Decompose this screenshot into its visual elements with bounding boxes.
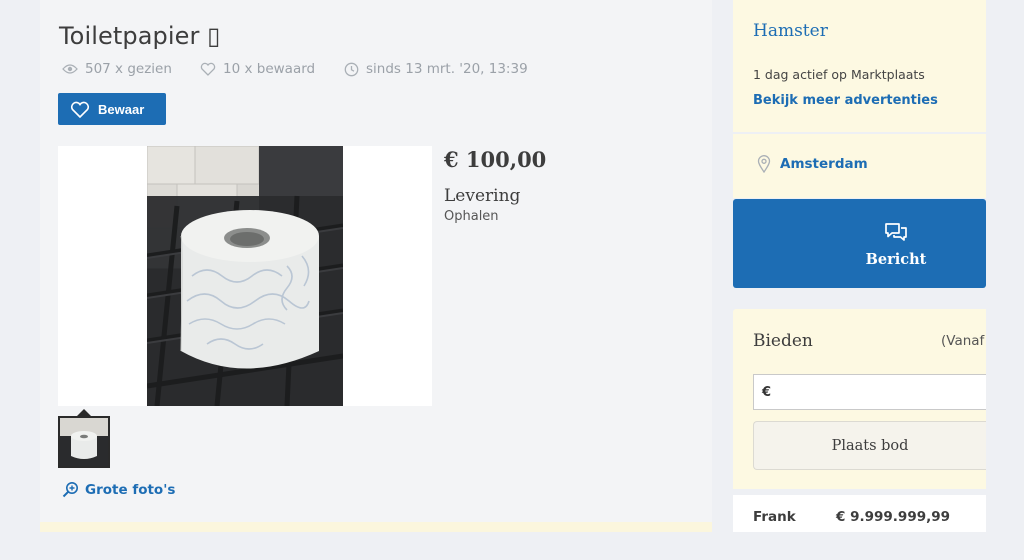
posted-since: sinds 13 mrt. '20, 13:39 xyxy=(344,61,528,77)
seller-location[interactable]: Amsterdam xyxy=(757,155,868,173)
bid-amount-input[interactable]: € xyxy=(753,374,986,410)
page: Toiletpapier ▯ 507 x gezien 10 x bewaard… xyxy=(0,0,1024,560)
message-button-label: Bericht xyxy=(865,251,927,268)
listing-panel-footer xyxy=(40,522,712,532)
saved-count-text: 10 x bewaard xyxy=(223,61,316,77)
seller-name[interactable]: Hamster xyxy=(753,21,828,41)
thumbnail-image xyxy=(60,418,108,466)
zoom-in-icon xyxy=(62,482,78,498)
big-photos-label: Grote foto's xyxy=(85,481,176,498)
seller-active-since: 1 dag actief op Marktplaats xyxy=(753,67,925,82)
main-photo[interactable] xyxy=(58,146,432,406)
location-card: Amsterdam xyxy=(733,134,986,198)
seller-card: Hamster 1 dag actief op Marktplaats Beki… xyxy=(733,0,986,132)
location-label: Amsterdam xyxy=(780,156,868,172)
listing-title: Toiletpapier ▯ xyxy=(59,22,221,50)
place-bid-button[interactable]: Plaats bod xyxy=(753,421,986,470)
saved-count: 10 x bewaard xyxy=(200,61,315,77)
view-count: 507 x gezien xyxy=(62,61,172,77)
toilet-paper-illustration xyxy=(147,146,343,406)
save-button[interactable]: Bewaar xyxy=(58,93,166,125)
photo-thumbnail[interactable] xyxy=(58,416,110,468)
delivery-heading: Levering xyxy=(444,186,521,206)
location-pin-icon xyxy=(757,155,771,173)
view-count-text: 507 x gezien xyxy=(85,61,172,77)
toilet-paper-photo xyxy=(147,146,343,406)
eye-icon xyxy=(62,64,78,74)
big-photos-link[interactable]: Grote foto's xyxy=(62,481,175,498)
bidder-name: Frank xyxy=(753,509,796,525)
bidding-title: Bieden xyxy=(753,331,813,351)
currency-prefix: € xyxy=(762,384,772,400)
delivery-value: Ophalen xyxy=(444,209,499,224)
more-ads-link[interactable]: Bekijk meer advertenties xyxy=(753,93,938,108)
bidding-minimum-label: (Vanaf xyxy=(941,333,985,349)
posted-since-text: sinds 13 mrt. '20, 13:39 xyxy=(366,61,528,77)
bid-amount: € 9.999.999,99 xyxy=(836,509,951,525)
save-button-label: Bewaar xyxy=(98,101,145,117)
listing-price: € 100,00 xyxy=(444,147,547,172)
message-button[interactable]: Bericht xyxy=(733,199,986,288)
bidding-card: Bieden (Vanaf € Plaats bod xyxy=(733,309,986,489)
heart-icon xyxy=(200,62,216,76)
chat-bubbles-icon xyxy=(885,223,907,241)
listing-panel: Toiletpapier ▯ 507 x gezien 10 x bewaard… xyxy=(40,0,712,532)
heart-icon xyxy=(70,101,90,118)
clock-icon xyxy=(344,62,359,76)
thumbnail-pointer xyxy=(77,409,91,416)
bid-list-row: Frank € 9.999.999,99 xyxy=(733,495,986,532)
